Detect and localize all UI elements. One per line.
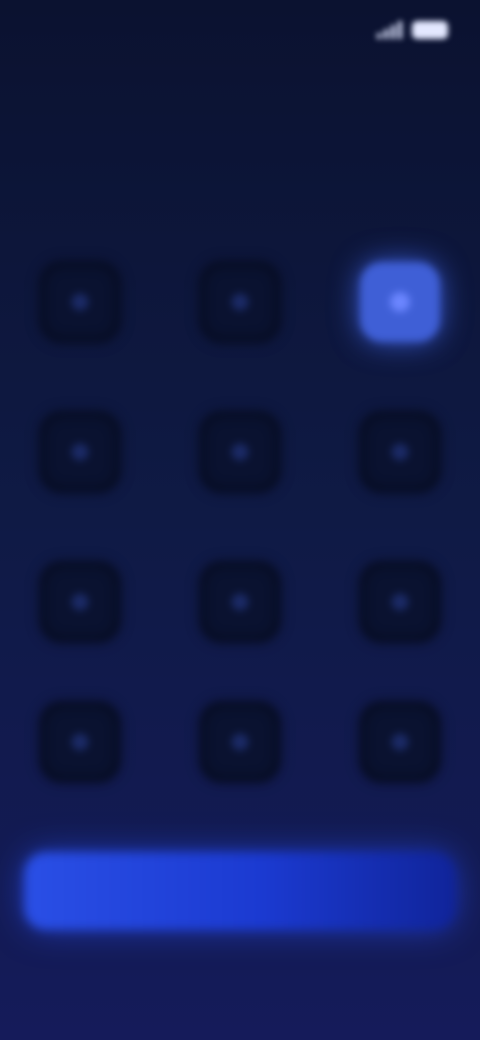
- continue-button[interactable]: [24, 852, 456, 930]
- battery-icon: [412, 21, 448, 39]
- option-tile-3-box[interactable]: [360, 262, 440, 342]
- option-tile-4-box[interactable]: [40, 412, 120, 492]
- option-tile-4[interactable]: [20, 412, 140, 552]
- generic-icon-9: [391, 593, 409, 611]
- status-icons: [377, 21, 448, 39]
- option-tile-11[interactable]: [180, 702, 300, 842]
- generic-icon-6: [391, 443, 409, 461]
- option-tile-7-box[interactable]: [40, 562, 120, 642]
- option-tile-10[interactable]: [20, 702, 140, 842]
- option-tile-12[interactable]: [340, 702, 460, 842]
- option-tile-1-box[interactable]: [40, 262, 120, 342]
- generic-icon-2: [231, 293, 249, 311]
- generic-icon-5: [231, 443, 249, 461]
- option-tile-10-box[interactable]: [40, 702, 120, 782]
- option-tile-2[interactable]: [180, 262, 300, 402]
- option-tile-8[interactable]: [180, 562, 300, 702]
- generic-icon-4: [71, 443, 89, 461]
- generic-icon-10: [71, 733, 89, 751]
- option-tile-6-box[interactable]: [360, 412, 440, 492]
- option-tile-9-box[interactable]: [360, 562, 440, 642]
- option-tile-9[interactable]: [340, 562, 460, 702]
- option-tile-1[interactable]: [20, 262, 140, 402]
- option-tile-5[interactable]: [180, 412, 300, 552]
- option-tile-11-box[interactable]: [200, 702, 280, 782]
- generic-icon-1: [71, 293, 89, 311]
- option-tile-7[interactable]: [20, 562, 140, 702]
- status-bar: [0, 0, 480, 60]
- generic-icon-11: [231, 733, 249, 751]
- generic-icon-7: [71, 593, 89, 611]
- option-tile-5-box[interactable]: [200, 412, 280, 492]
- option-grid: [0, 262, 480, 802]
- generic-icon-3: [390, 292, 410, 312]
- generic-icon-12: [391, 733, 409, 751]
- option-tile-3[interactable]: [340, 262, 460, 402]
- signal-icon: [377, 21, 402, 39]
- option-tile-12-box[interactable]: [360, 702, 440, 782]
- generic-icon-8: [231, 593, 249, 611]
- option-tile-8-box[interactable]: [200, 562, 280, 642]
- option-tile-6[interactable]: [340, 412, 460, 552]
- option-tile-2-box[interactable]: [200, 262, 280, 342]
